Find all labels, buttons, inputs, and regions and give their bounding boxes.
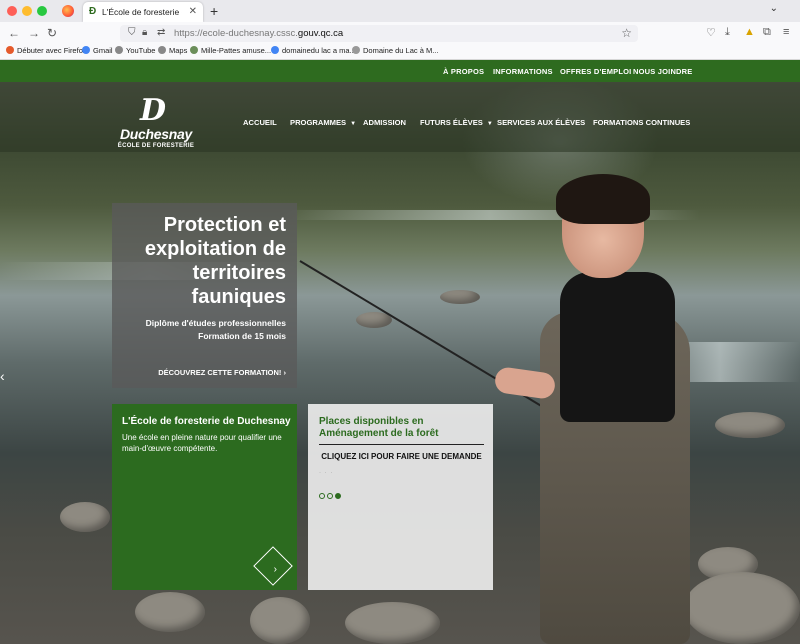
site-icon bbox=[190, 46, 198, 54]
firefox-icon bbox=[6, 46, 14, 54]
link-informations[interactable]: INFORMATIONS bbox=[493, 67, 553, 76]
new-tab-button[interactable]: + bbox=[210, 3, 218, 19]
site-top-links: À PROPOS INFORMATIONS OFFRES D'EMPLOI NO… bbox=[0, 60, 800, 82]
globe-icon bbox=[158, 46, 166, 54]
back-arrow-icon[interactable]: ← bbox=[8, 26, 20, 40]
duchesnay-logo[interactable]: D Duchesnay ÉCOLE DE FORESTERIE bbox=[110, 96, 202, 156]
minimize-window-button[interactable] bbox=[22, 6, 32, 16]
news-card-title: Places disponibles en Aménagement de la … bbox=[319, 416, 439, 439]
browser-navbar: ← → ↻ ⛉ 🔒︎ ⇄ https://ecole-duchesnay.css… bbox=[0, 22, 800, 44]
rock bbox=[135, 592, 205, 632]
bookmark-item[interactable]: Mille-Pattes amuse... bbox=[190, 46, 271, 55]
link-a-propos[interactable]: À PROPOS bbox=[443, 67, 484, 76]
close-window-button[interactable] bbox=[7, 6, 17, 16]
firefox-view-icon[interactable] bbox=[62, 5, 74, 17]
logo-name: Duchesnay bbox=[120, 126, 192, 142]
carousel-dot-active[interactable] bbox=[335, 493, 341, 499]
bookmark-item[interactable]: Domaine du Lac à M... bbox=[352, 46, 438, 55]
link-nous-joindre[interactable]: NOUS JOINDRE bbox=[633, 67, 693, 76]
permissions-icon[interactable]: ⇄ bbox=[157, 27, 165, 38]
bookmarks-bar: Débuter avec Firefox Gmail YouTube Maps … bbox=[0, 44, 800, 60]
slide-title: Protection et exploitation de territoire… bbox=[144, 214, 286, 308]
bookmark-item[interactable]: domainedu lac a ma... bbox=[271, 46, 356, 55]
reload-icon[interactable]: ↻ bbox=[47, 26, 57, 40]
nav-programmes[interactable]: PROGRAMMES ▼ bbox=[290, 118, 356, 127]
bookmark-item[interactable]: Débuter avec Firefox bbox=[6, 46, 87, 55]
slider-prev-chevron-icon[interactable]: ‹ bbox=[0, 368, 5, 384]
tab-list-chevron-icon[interactable]: ⌄ bbox=[770, 3, 778, 14]
rock bbox=[60, 502, 110, 532]
news-card-placeholder: · · · bbox=[319, 470, 334, 476]
rock bbox=[345, 602, 440, 644]
nav-futurs-eleves[interactable]: FUTURS ÉLÈVES ▼ bbox=[420, 118, 493, 127]
slide-caption: Protection et exploitation de territoire… bbox=[112, 203, 297, 388]
person-shirt bbox=[560, 272, 675, 422]
slide-subtitle: Diplôme d'études professionnelles Format… bbox=[145, 318, 286, 341]
menu-icon[interactable]: ≡ bbox=[783, 26, 789, 38]
forward-arrow-icon[interactable]: → bbox=[28, 26, 40, 40]
nav-services-aux-eleves[interactable]: SERVICES AUX ÉLÈVES bbox=[497, 118, 585, 127]
close-tab-icon[interactable]: ✕ bbox=[189, 6, 197, 17]
intro-card-text: Une école en pleine nature pour qualifie… bbox=[122, 433, 282, 453]
duchesnay-favicon-icon: Đ bbox=[89, 6, 97, 17]
hero-banner: D Duchesnay ÉCOLE DE FORESTERIE ACCUEIL … bbox=[0, 82, 800, 644]
tab-title: L'École de foresterie de Duches bbox=[102, 7, 182, 17]
url-text[interactable]: https://ecole-duchesnay.cssc.gouv.qc.ca bbox=[174, 28, 343, 39]
lock-icon[interactable]: 🔒︎ bbox=[142, 27, 147, 38]
extension-icon[interactable]: ▲ bbox=[744, 26, 755, 38]
pocket-icon[interactable]: ♡ bbox=[706, 26, 716, 39]
logo-subtitle: ÉCOLE DE FORESTERIE bbox=[117, 143, 195, 149]
globe-icon bbox=[115, 46, 123, 54]
nav-admission[interactable]: ADMISSION bbox=[363, 118, 406, 127]
maximize-window-button[interactable] bbox=[37, 6, 47, 16]
nav-accueil[interactable]: ACCUEIL bbox=[243, 118, 277, 127]
browser-tab[interactable]: Đ L'École de foresterie de Duches ✕ bbox=[83, 2, 203, 22]
bookmark-star-icon[interactable]: ☆ bbox=[621, 26, 632, 40]
nav-formations-continues[interactable]: FORMATIONS CONTINUES bbox=[593, 118, 690, 127]
rock bbox=[250, 597, 310, 644]
extensions-puzzle-icon[interactable]: ⧉ bbox=[763, 26, 771, 39]
bookmark-item[interactable]: Maps bbox=[158, 46, 187, 55]
site-icon bbox=[352, 46, 360, 54]
chevron-right-icon: › bbox=[273, 564, 277, 575]
logo-mark: D bbox=[140, 93, 167, 128]
person-hair bbox=[556, 174, 650, 224]
bookmark-item[interactable]: YouTube bbox=[115, 46, 155, 55]
url-bar[interactable]: ⛉ 🔒︎ ⇄ https://ecole-duchesnay.cssc.gouv… bbox=[120, 25, 638, 42]
google-icon bbox=[271, 46, 279, 54]
intro-card-title: L'École de foresterie de Duchesnay bbox=[122, 416, 291, 427]
carousel-dot[interactable] bbox=[327, 493, 333, 499]
shield-icon[interactable]: ⛉ bbox=[128, 27, 136, 38]
carousel-dot[interactable] bbox=[319, 493, 325, 499]
browser-tabbar: Đ L'École de foresterie de Duches ✕ + ⌄ bbox=[0, 0, 800, 22]
rock bbox=[684, 572, 800, 644]
news-card: Places disponibles en Aménagement de la … bbox=[308, 404, 493, 590]
downloads-icon[interactable]: ⤓ bbox=[725, 26, 730, 39]
slide-cta-link[interactable]: DÉCOUVREZ CETTE FORMATION! › bbox=[158, 368, 286, 377]
bookmark-item[interactable]: Gmail bbox=[82, 46, 113, 55]
news-carousel-dots bbox=[319, 486, 343, 504]
rock bbox=[440, 290, 480, 304]
link-offres-emploi[interactable]: OFFRES D'EMPLOI bbox=[560, 67, 631, 76]
google-icon bbox=[82, 46, 90, 54]
caret-down-icon: ▼ bbox=[486, 121, 493, 127]
news-card-link[interactable]: CLIQUEZ ICI POUR FAIRE UNE DEMANDE bbox=[319, 444, 484, 461]
caret-down-icon: ▼ bbox=[350, 121, 357, 127]
intro-card[interactable]: L'École de foresterie de Duchesnay Une é… bbox=[112, 404, 297, 590]
rock bbox=[715, 412, 785, 438]
